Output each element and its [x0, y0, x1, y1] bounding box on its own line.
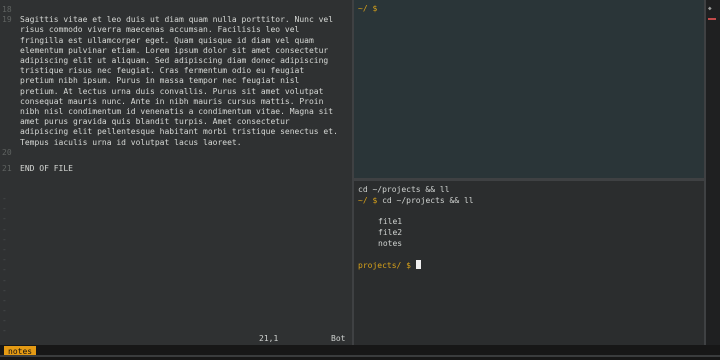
terminal-echo-command: cd ~/projects && ll [358, 185, 450, 194]
line-number: 20 [2, 147, 12, 157]
empty-line-marker: - [2, 224, 7, 234]
terminal-bottom-pane[interactable]: cd ~/projects && ll ~/ $ cd ~/projects &… [354, 181, 704, 345]
terminal-prompt: ~/ $ [358, 196, 378, 205]
editor-pane[interactable]: 18 19 Sagittis vitae et leo duis ut diam… [0, 0, 352, 345]
line-number: 18 [2, 5, 12, 14]
file-entry: file2 [378, 228, 403, 237]
terminal-command-line: ~/ $ cd ~/projects && ll [358, 196, 474, 206]
line-number: 19 [2, 15, 12, 25]
editor-line[interactable]: 19 Sagittis vitae et leo duis ut diam qu… [2, 15, 342, 148]
side-window-glyph: ◆ [708, 5, 712, 12]
terminal-current-prompt: projects/ $ [358, 260, 421, 271]
empty-line-marker: - [2, 306, 7, 316]
empty-line-marker: - [2, 326, 7, 336]
line-text: END OF FILE [20, 164, 73, 174]
terminal-top-pane[interactable]: ~/ $ [354, 0, 704, 178]
terminal-prompt: ~/ $ [358, 4, 378, 13]
line-text: Sagittis vitae et leo duis ut diam quam … [20, 15, 343, 147]
empty-line-marker: - [2, 214, 7, 224]
file-entry: notes [378, 239, 403, 248]
empty-line-marker: - [2, 295, 7, 305]
empty-line-markers: -------------- [2, 194, 22, 337]
side-window-strip[interactable]: ◆ [706, 0, 720, 345]
terminal-command: cd ~/projects && ll [382, 196, 474, 205]
line-number: 21 [2, 164, 12, 174]
editor-line[interactable]: 18 [2, 5, 342, 15]
editor-lines: 18 19 Sagittis vitae et leo duis ut diam… [2, 5, 342, 174]
empty-line-marker: - [2, 244, 7, 254]
empty-line-marker: - [2, 285, 7, 295]
cursor-position: 21,1 [259, 334, 279, 343]
empty-line-marker: - [2, 234, 7, 244]
empty-line-marker: - [2, 204, 7, 214]
side-window-marker [708, 18, 716, 20]
empty-line-marker: - [2, 316, 7, 326]
empty-line-marker: - [2, 255, 7, 265]
scroll-position: Bot [331, 334, 346, 343]
terminal-cursor[interactable] [415, 260, 421, 269]
editor-line[interactable]: 20 [2, 148, 342, 158]
empty-line-marker: - [2, 275, 7, 285]
file-entry: file1 [378, 217, 403, 226]
status-underline [0, 355, 720, 357]
empty-line-marker: - [2, 265, 7, 275]
empty-line-marker: - [2, 194, 7, 203]
terminal-prompt: projects/ $ [358, 261, 411, 270]
status-bar: notes [0, 345, 720, 360]
editor-line[interactable]: 21 END OF FILE [2, 164, 342, 174]
